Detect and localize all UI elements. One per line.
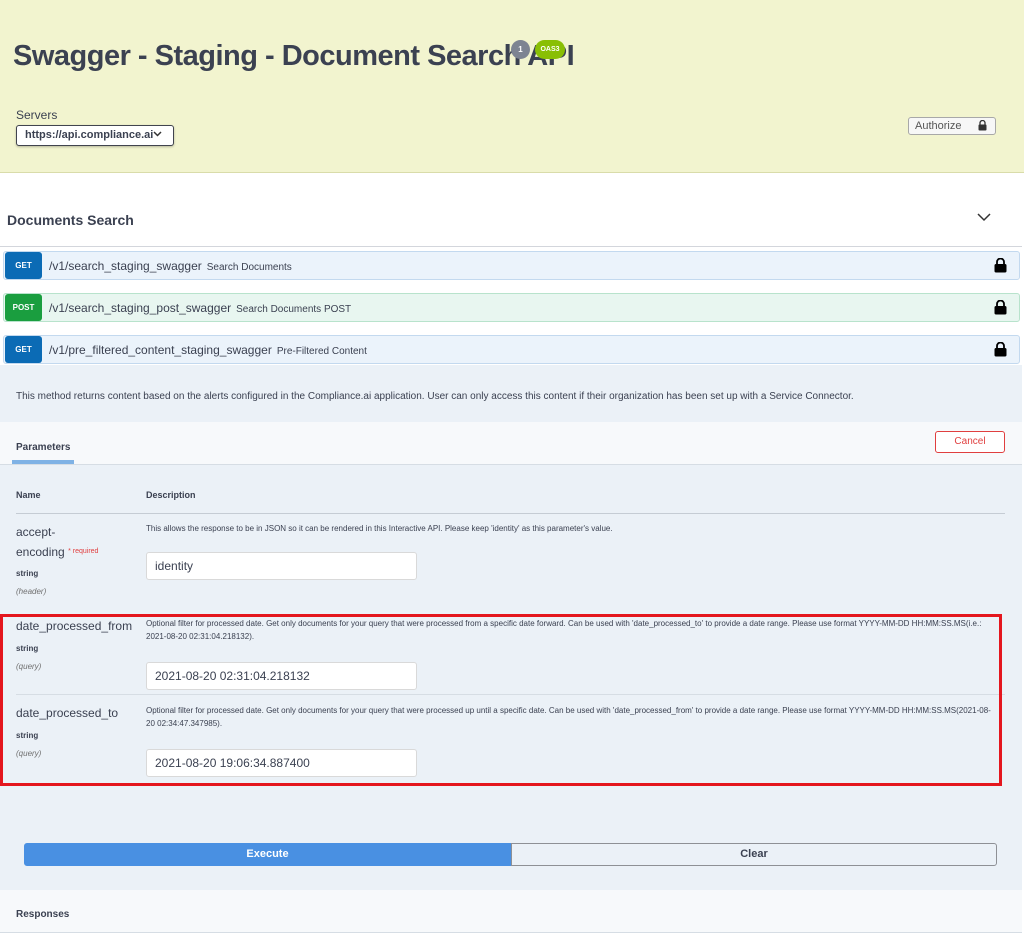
tab-parameters[interactable]: Parameters	[16, 442, 70, 453]
lock-icon[interactable]	[994, 300, 1007, 315]
method-badge: GET	[5, 252, 42, 279]
operation-summary: Pre-Filtered Content	[276, 346, 367, 357]
operation-get-search-staging[interactable]: GET /v1/search_staging_swagger Search Doc…	[3, 251, 1020, 280]
authorize-label: Authorize	[915, 120, 962, 132]
responses-section-header: Responses	[0, 890, 1022, 933]
authorize-button[interactable]: Authorize	[908, 117, 996, 135]
server-select-value: https://api.compliance.ai	[25, 129, 154, 141]
chevron-down-icon	[153, 129, 162, 140]
method-badge: POST	[5, 294, 42, 321]
divider	[16, 513, 1005, 514]
operation-description: This method returns content based on the…	[16, 391, 854, 402]
highlight-box	[0, 614, 1002, 786]
execute-button[interactable]: Execute	[24, 843, 511, 866]
servers-label: Servers	[16, 108, 58, 122]
lock-icon[interactable]	[994, 342, 1007, 357]
param-description: This allows the response to be in JSON s…	[146, 524, 613, 533]
api-title: Swagger - Staging - Document Search API	[13, 40, 575, 72]
accept-encoding-input[interactable]	[146, 552, 417, 580]
method-badge: GET	[5, 336, 42, 363]
operation-path: /v1/search_staging_post_swagger Search Do…	[49, 301, 352, 315]
param-location: (header)	[16, 587, 47, 596]
tag-title: Documents Search	[7, 212, 134, 228]
version-badge: 1	[511, 40, 530, 59]
cancel-button[interactable]: Cancel	[935, 431, 1005, 453]
operation-summary: Search Documents	[206, 262, 292, 273]
tag-documents-search[interactable]: Documents Search	[0, 196, 1022, 247]
chevron-down-icon[interactable]	[977, 212, 991, 222]
parameters-section-header: Parameters Cancel	[0, 422, 1022, 465]
column-header-description: Description	[146, 490, 196, 500]
server-select[interactable]: https://api.compliance.ai	[16, 125, 174, 146]
clear-button[interactable]: Clear	[511, 843, 997, 866]
execute-wrapper: Execute Clear	[24, 843, 997, 866]
tab-active-underline	[12, 460, 74, 464]
oas-badge: OAS3	[535, 40, 565, 59]
param-name-accept-encoding: accept- encoding * required	[16, 525, 99, 559]
param-type: string	[16, 569, 39, 578]
operation-path: /v1/search_staging_swagger Search Documen…	[49, 259, 292, 273]
operation-path: /v1/pre_filtered_content_staging_swagger…	[49, 343, 367, 357]
responses-title: Responses	[16, 909, 70, 920]
operation-post-search-staging[interactable]: POST /v1/search_staging_post_swagger Sear…	[3, 293, 1020, 322]
lock-icon[interactable]	[994, 258, 1007, 273]
lock-icon	[978, 120, 987, 131]
operation-get-pre-filtered-content[interactable]: GET /v1/pre_filtered_content_staging_swa…	[3, 335, 1020, 364]
column-header-name: Name	[16, 490, 41, 500]
info-header: Swagger - Staging - Document Search API …	[0, 0, 1024, 173]
operation-summary: Search Documents POST	[236, 304, 352, 315]
required-mark: * required	[68, 548, 99, 555]
